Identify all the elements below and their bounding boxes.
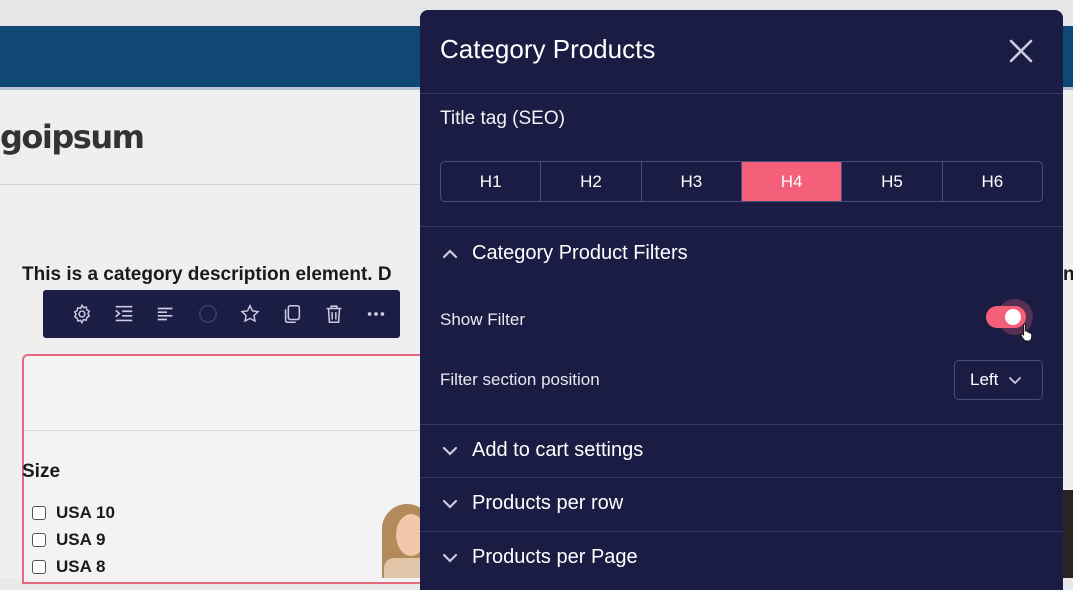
title-tag-label: Title tag (SEO) xyxy=(440,108,565,129)
size-filter-title: Size xyxy=(22,461,61,482)
section-add-to-cart-settings[interactable]: Add to cart settings xyxy=(440,439,643,462)
product-image[interactable] xyxy=(376,500,420,578)
circle-icon[interactable] xyxy=(187,290,229,338)
copy-icon[interactable] xyxy=(271,290,313,338)
header-divider xyxy=(420,93,1063,94)
checkbox[interactable] xyxy=(32,506,46,520)
gear-icon[interactable] xyxy=(61,290,103,338)
section-title: Add to cart settings xyxy=(472,439,644,461)
chevron-down-icon xyxy=(442,499,458,509)
size-option-label: USA 9 xyxy=(56,530,106,549)
settings-panel: Category Products Title tag (SEO) H1 H2 … xyxy=(420,10,1063,590)
size-option[interactable]: USA 8 xyxy=(32,557,105,577)
category-description[interactable]: This is a category description element. … xyxy=(22,264,420,286)
mouse-cursor-icon xyxy=(1020,323,1033,342)
trash-icon[interactable] xyxy=(313,290,355,338)
select-value: Left xyxy=(970,370,999,389)
align-left-icon[interactable] xyxy=(145,290,187,338)
chevron-down-icon xyxy=(442,446,458,456)
show-filter-label: Show Filter xyxy=(440,310,526,329)
heading-option-h6[interactable]: H6 xyxy=(943,162,1042,201)
product-image-edge xyxy=(1063,490,1073,578)
heading-option-h2[interactable]: H2 xyxy=(541,162,642,201)
heading-option-h4[interactable]: H4 xyxy=(741,162,843,201)
checkbox[interactable] xyxy=(32,560,46,574)
chevron-down-icon xyxy=(442,553,458,563)
size-option-label: USA 8 xyxy=(56,557,106,576)
site-logo: goipsum xyxy=(0,118,145,156)
element-inner-divider xyxy=(24,430,420,431)
header-divider xyxy=(0,184,420,185)
size-option[interactable]: USA 9 xyxy=(32,530,105,550)
section-title: Category Product Filters xyxy=(472,242,688,264)
category-description-overflow: n xyxy=(1063,264,1073,285)
indent-icon[interactable] xyxy=(103,290,145,338)
section-products-per-page[interactable]: Products per Page xyxy=(440,546,638,569)
title-tag-selector: H1 H2 H3 H4 H5 H6 xyxy=(440,161,1043,202)
heading-option-h5[interactable]: H5 xyxy=(842,162,943,201)
close-icon[interactable] xyxy=(1006,36,1036,66)
section-divider xyxy=(420,226,1063,227)
more-icon[interactable] xyxy=(355,290,397,338)
panel-title: Category Products xyxy=(440,34,656,64)
section-title: Products per Page xyxy=(472,546,638,568)
chevron-down-icon xyxy=(1009,377,1022,385)
star-icon[interactable] xyxy=(229,290,271,338)
section-category-product-filters[interactable]: Category Product Filters xyxy=(440,242,688,265)
filter-position-select[interactable]: Left xyxy=(954,360,1043,400)
heading-option-h3[interactable]: H3 xyxy=(642,162,742,201)
section-title: Products per row xyxy=(472,492,624,514)
section-divider xyxy=(420,531,1063,532)
section-divider xyxy=(420,477,1063,478)
size-option[interactable]: USA 10 xyxy=(32,503,115,523)
filter-position-label: Filter section position xyxy=(440,370,600,389)
section-divider xyxy=(420,424,1063,425)
chevron-up-icon xyxy=(442,248,458,258)
checkbox[interactable] xyxy=(32,533,46,547)
section-products-per-row[interactable]: Products per row xyxy=(440,492,623,515)
element-toolbar xyxy=(43,290,400,338)
size-option-label: USA 10 xyxy=(56,503,115,522)
heading-option-h1[interactable]: H1 xyxy=(441,162,542,201)
